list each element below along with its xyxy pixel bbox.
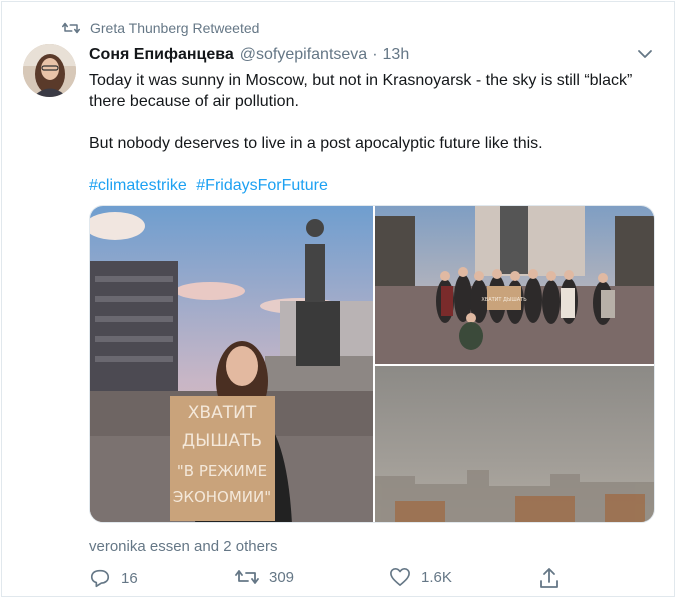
separator-dot: · (372, 46, 378, 63)
share-icon (540, 568, 558, 588)
liked-by-line[interactable]: veronika essen and 2 others (89, 538, 277, 555)
tweet-text: Today it was sunny in Moscow, but not in… (89, 70, 659, 196)
heart-icon (390, 568, 410, 586)
action-bar: 16 309 1.6K (89, 567, 559, 591)
sign-line: ХВАТИТ (188, 403, 257, 423)
tweet-header: Соня Епифанцева @sofyepifantseva · 13h (89, 43, 654, 67)
retweet-icon (235, 570, 259, 584)
like-count: 1.6K (421, 568, 452, 586)
small-sign-text: ХВАТИТ ДЫШАТЬ (481, 297, 527, 303)
hashtag-link[interactable]: #climatestrike (89, 177, 187, 194)
tweet-card[interactable]: Greta Thunberg Retweeted Соня Епифанцева… (1, 1, 675, 597)
tweet-paragraph: Today it was sunny in Moscow, but not in… (89, 72, 633, 110)
share-button[interactable] (539, 567, 569, 589)
photo-group[interactable]: ХВАТИТ ДЫШАТЬ (375, 206, 654, 364)
sign-line: ДЫШАТЬ (182, 431, 262, 451)
media-grid: ХВАТИТ ДЫШАТЬ "В РЕЖИМЕ ЭКОНОМИИ" ХВАТИТ… (89, 205, 655, 523)
tweet-timestamp[interactable]: 13h (383, 46, 410, 64)
retweet-button[interactable]: 309 (235, 567, 294, 587)
author-name[interactable]: Соня Епифанцева (89, 46, 234, 64)
sign-line: "В РЕЖИМЕ (177, 462, 267, 480)
retweet-icon (62, 22, 80, 34)
reply-icon (90, 569, 110, 588)
sign-line: ЭКОНОМИИ" (173, 488, 271, 506)
like-button[interactable]: 1.6K (389, 567, 452, 587)
reply-button[interactable]: 16 (89, 567, 138, 589)
chevron-down-icon[interactable] (637, 46, 653, 62)
hashtag-link[interactable]: #FridaysForFuture (196, 177, 328, 194)
retweet-banner[interactable]: Greta Thunberg Retweeted (62, 18, 259, 38)
tweet-paragraph: But nobody deserves to live in a post ap… (89, 135, 543, 152)
avatar[interactable] (23, 44, 76, 97)
reply-count: 16 (121, 569, 138, 587)
hashtag-row: #climatestrike #FridaysForFuture (89, 175, 659, 196)
retweet-banner-text: Greta Thunberg Retweeted (90, 20, 260, 36)
author-handle[interactable]: @sofyepifantseva (240, 46, 367, 64)
photo-protest-sign[interactable]: ХВАТИТ ДЫШАТЬ "В РЕЖИМЕ ЭКОНОМИИ" (90, 206, 373, 522)
photo-smog-city[interactable] (375, 366, 654, 522)
retweet-count: 309 (269, 568, 295, 586)
